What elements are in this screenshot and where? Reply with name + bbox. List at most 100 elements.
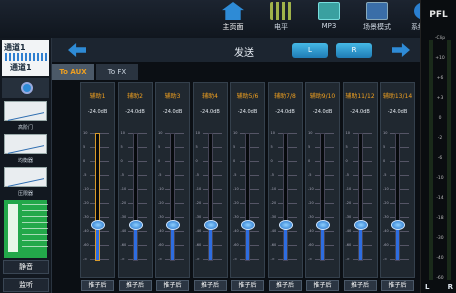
pfl-scale-tick: -14 xyxy=(436,196,444,201)
gate-preview[interactable] xyxy=(4,167,47,187)
pfl-scale: -Clip +10 +6 +3 0 -2 -6 -10 -14 -18 -30 -40 -60 xyxy=(433,36,447,284)
mute-button[interactable]: 静音 xyxy=(3,260,49,274)
pfl-right-bar xyxy=(447,40,451,280)
fader-scale-label: 10 xyxy=(308,131,313,135)
previous-arrow-icon[interactable] xyxy=(68,43,86,57)
channel-side-panel: 通道1 通道1 高阶门 均衡器 压限器 静音 监听 xyxy=(0,38,52,293)
fader-scale-label: 0 xyxy=(83,159,86,163)
aux-send-strip: 辅助1 -24.0dB 10 5 0 -5 -10 -20 -30 -40 -60 -∞ xyxy=(80,82,115,278)
aux-send-strip: 辅助3 -24.0dB 10 5 0 -5 -10 -20 -30 -40 -60 -∞ xyxy=(155,82,190,278)
fader-scale-label: 10 xyxy=(195,131,200,135)
fader-scale-label: -10 xyxy=(383,187,389,191)
pfl-channel-labels: L R xyxy=(421,283,456,291)
pfl-scale-tick: -60 xyxy=(436,276,444,281)
pfl-scale-tick: -2 xyxy=(437,136,443,141)
fader-scale-label: -20 xyxy=(158,201,164,205)
post-fader-button[interactable]: 推子后 xyxy=(268,280,302,291)
aux-name: 辅助9/10 xyxy=(309,93,336,100)
nav-label: 场景模式 xyxy=(363,23,391,31)
next-arrow-icon[interactable] xyxy=(392,43,410,57)
send-level-readout: -24.0dB xyxy=(200,109,220,115)
post-fader-button[interactable]: 推子后 xyxy=(231,280,264,291)
post-fader-buttons: 推子后 推子后 推子后 推子后 推子后 推子后 推子后 推子后 推子后 xyxy=(80,280,418,292)
fader-scale-label: 5 xyxy=(308,145,311,149)
pfl-scale-tick: -6 xyxy=(437,156,443,161)
right-channel-button[interactable]: R xyxy=(336,43,372,58)
channel-name-box[interactable]: 通道1 通道1 xyxy=(2,40,49,76)
fader-scale-label: -10 xyxy=(195,187,202,191)
post-fader-button[interactable]: 推子后 xyxy=(81,280,114,291)
post-fader-button[interactable]: 推子后 xyxy=(306,280,339,291)
page-title: 发送 xyxy=(234,48,254,59)
fader-scale-label: -40 xyxy=(345,229,352,233)
fader-scale-label: -∞ xyxy=(308,257,313,261)
nav-mp3[interactable]: MP3 xyxy=(310,2,348,36)
fader-scale-label: -20 xyxy=(120,201,127,205)
aux-send-strip: 辅助7/8 -24.0dB 10 5 0 -5 -10 -20 -30 -40 -60 -∞ xyxy=(267,82,303,278)
fader-scale-label: -10 xyxy=(233,187,239,191)
comp-preview[interactable] xyxy=(4,134,47,154)
fader-scale-label: -∞ xyxy=(83,257,88,261)
fader-knob[interactable] xyxy=(128,220,143,231)
pan-knob[interactable] xyxy=(21,82,33,94)
fader-scale-label: 5 xyxy=(233,145,236,149)
fader-scale-label: -20 xyxy=(308,201,314,205)
channel-fader-panel[interactable] xyxy=(4,200,48,258)
fader-scale-label: 5 xyxy=(270,145,273,149)
pfl-title: PFL xyxy=(429,10,448,20)
post-fader-button[interactable]: 推子后 xyxy=(118,280,152,291)
fader-scale-label: -30 xyxy=(345,215,352,219)
fader-scale-label: -5 xyxy=(195,173,200,177)
fader-scale-label: 10 xyxy=(83,131,88,135)
aux-name: 辅助4 xyxy=(202,93,218,100)
channel-fader-scale xyxy=(22,204,48,252)
post-fader-button[interactable]: 推子后 xyxy=(156,280,189,291)
pan-knob-area xyxy=(2,78,49,98)
solo-button[interactable]: 监听 xyxy=(3,278,49,292)
send-header: 发送 L R xyxy=(52,38,420,62)
nav-meter[interactable]: 电平 xyxy=(262,2,300,36)
fader-scale-label: -∞ xyxy=(345,257,350,261)
fader-scale-label: -40 xyxy=(195,229,202,233)
fader-scale-label: 10 xyxy=(120,131,125,135)
fader-scale-label: 10 xyxy=(383,131,388,135)
fader-scale-label: -40 xyxy=(308,229,314,233)
aux-send-strip: 辅助2 -24.0dB 10 5 0 -5 -10 -20 -30 -40 -60 -∞ xyxy=(117,82,153,278)
fader-scale-label: 0 xyxy=(233,159,236,163)
nav-label: 电平 xyxy=(274,23,288,31)
post-fader-button[interactable]: 推子后 xyxy=(381,280,414,291)
aux-name: 辅助7/8 xyxy=(274,93,296,100)
fader-scale-label: -60 xyxy=(233,243,239,247)
send-level-fill xyxy=(283,228,287,260)
fader-knob[interactable] xyxy=(203,220,218,231)
channel-title: 通道1 xyxy=(4,43,26,52)
nav-home[interactable]: 主页面 xyxy=(214,2,252,36)
pfl-scale-tick: 0 xyxy=(438,116,442,121)
fader-scale-label: -20 xyxy=(233,201,239,205)
fader-scale-label: -30 xyxy=(270,215,277,219)
send-level-fill xyxy=(321,228,324,260)
pfl-scale-tick: +10 xyxy=(435,56,445,61)
fader-scale-label: -10 xyxy=(345,187,352,191)
fader-scale-label: -5 xyxy=(270,173,275,177)
fader-scale-label: -5 xyxy=(308,173,312,177)
tab-to-aux[interactable]: To AUX xyxy=(52,64,94,80)
post-fader-button[interactable]: 推子后 xyxy=(193,280,227,291)
left-channel-button[interactable]: L xyxy=(292,43,328,58)
fader-scale-label: 10 xyxy=(233,131,238,135)
post-fader-button[interactable]: 推子后 xyxy=(343,280,377,291)
pfl-meter: PFL -Clip +10 +6 +3 0 -2 -6 -10 -14 -18 -30 -40 -60 … xyxy=(420,0,456,293)
tab-to-fx[interactable]: To FX xyxy=(96,64,138,80)
fader-scale-label: -∞ xyxy=(383,257,388,261)
eq-preview[interactable] xyxy=(4,101,47,121)
fader-scale-label: -5 xyxy=(383,173,387,177)
fader-knob[interactable] xyxy=(278,220,293,231)
send-level-fill xyxy=(96,228,99,260)
nav-scene[interactable]: 场景模式 xyxy=(358,2,396,36)
fader-knob[interactable] xyxy=(353,220,368,231)
scene-icon xyxy=(366,2,388,20)
fader-scale-label: -60 xyxy=(158,243,164,247)
aux-send-strip: 辅助4 -24.0dB 10 5 0 -5 -10 -20 -30 -40 -60 -∞ xyxy=(192,82,228,278)
aux-name: 辅助13/14 xyxy=(382,93,413,100)
send-level-fill xyxy=(396,228,399,260)
